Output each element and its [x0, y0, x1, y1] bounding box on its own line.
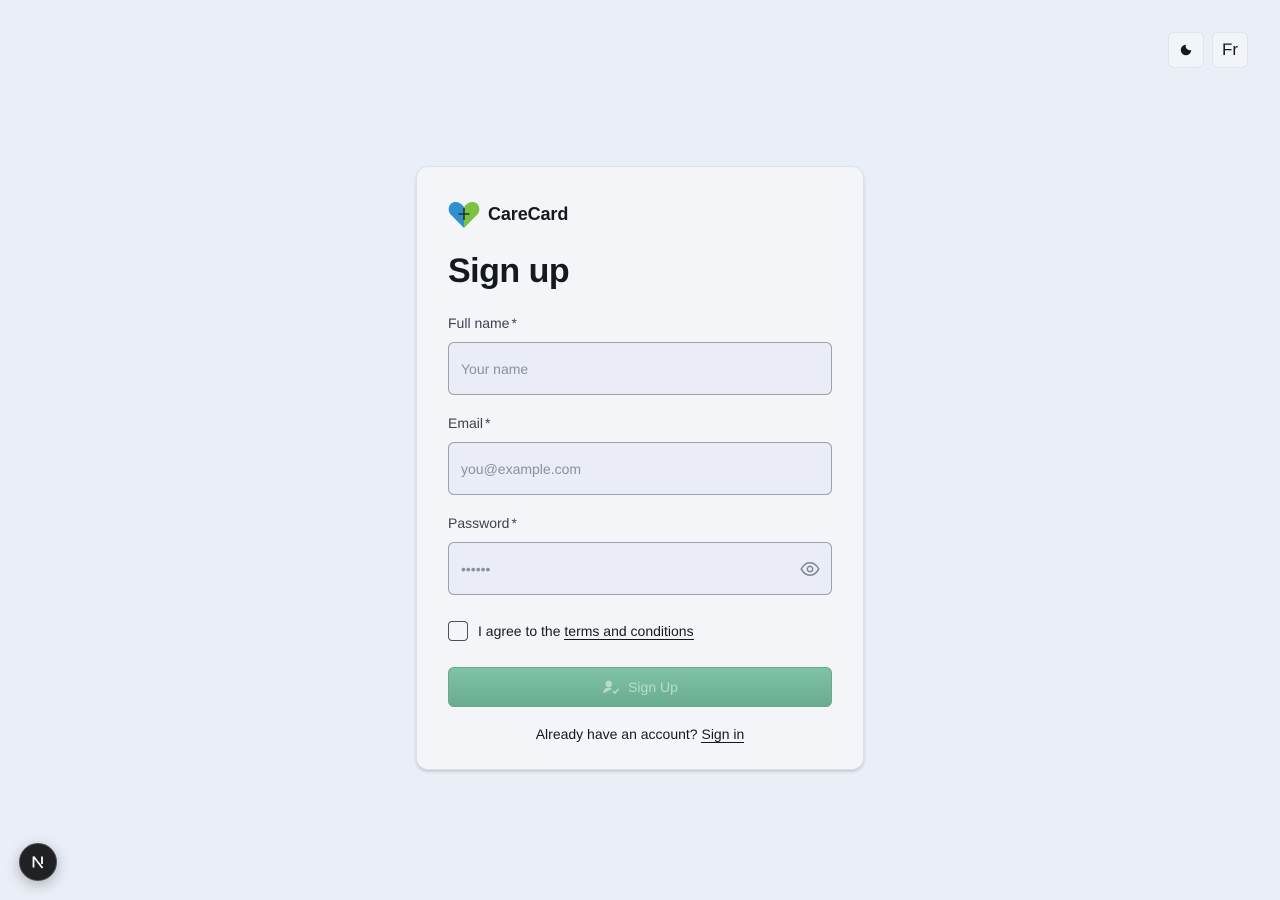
- sign-up-label: Sign Up: [628, 679, 678, 695]
- required-marker: *: [511, 515, 517, 531]
- password-input[interactable]: [448, 542, 832, 595]
- password-label: Password: [448, 515, 510, 531]
- top-controls: Fr: [1168, 32, 1248, 68]
- terms-prefix: I agree to the: [478, 623, 561, 639]
- page-title: Sign up: [448, 252, 570, 290]
- email-label: Email: [448, 415, 484, 431]
- signin-prompt-text: Already have an account?: [535, 726, 698, 742]
- signup-form: Full name * Email * Password *: [448, 315, 832, 595]
- terms-link[interactable]: terms and conditions: [564, 623, 694, 640]
- email-field: Email *: [448, 415, 832, 495]
- sign-in-link[interactable]: Sign in: [701, 726, 745, 743]
- terms-checkbox[interactable]: [448, 621, 468, 641]
- password-field: Password *: [448, 515, 832, 595]
- full-name-label: Full name: [448, 315, 510, 331]
- heart-logo-icon: [448, 202, 480, 228]
- theme-toggle-button[interactable]: [1168, 32, 1204, 68]
- full-name-field: Full name *: [448, 315, 832, 395]
- moon-icon: [1180, 44, 1192, 56]
- next-dev-indicator[interactable]: [19, 843, 57, 881]
- email-input[interactable]: [448, 442, 832, 495]
- terms-agreement: I agree to the terms and conditions: [448, 621, 832, 641]
- language-toggle-button[interactable]: Fr: [1212, 32, 1248, 68]
- user-check-icon: [603, 680, 620, 695]
- full-name-input[interactable]: [448, 342, 832, 395]
- sign-up-button[interactable]: Sign Up: [448, 667, 832, 707]
- signup-card: CareCard Sign up Full name * Email * Pas…: [416, 166, 864, 770]
- required-marker: *: [511, 315, 517, 331]
- brand-name: CareCard: [488, 203, 569, 224]
- signin-prompt: Already have an account? Sign in: [448, 726, 832, 743]
- eye-icon[interactable]: [800, 559, 820, 579]
- required-marker: *: [485, 415, 491, 431]
- next-logo-icon: [32, 855, 44, 869]
- brand: CareCard: [448, 199, 832, 229]
